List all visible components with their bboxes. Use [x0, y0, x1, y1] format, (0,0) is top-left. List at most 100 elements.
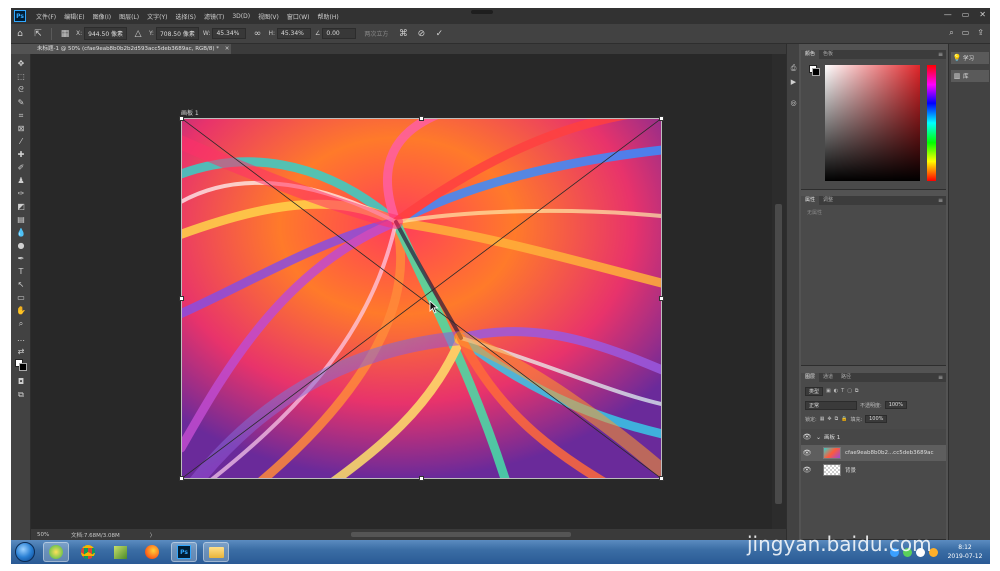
- healing-tool-icon[interactable]: ✚: [15, 149, 27, 160]
- panel-menu-icon[interactable]: ≡: [938, 51, 943, 58]
- menu-window[interactable]: 窗口(W): [283, 12, 314, 21]
- panel-menu-icon[interactable]: ≡: [938, 374, 943, 381]
- lock-all-icon[interactable]: 🔒: [841, 416, 847, 422]
- move-tool-icon[interactable]: ✥: [15, 58, 27, 69]
- commit-transform-icon[interactable]: ✓: [433, 28, 445, 40]
- color-picker-field[interactable]: [825, 65, 920, 181]
- x-field[interactable]: X: 944.50 像素: [76, 27, 128, 40]
- shape-tool-icon[interactable]: ▭: [15, 292, 27, 303]
- delta-icon[interactable]: △: [132, 28, 144, 40]
- tab-paths[interactable]: 路径: [837, 373, 855, 382]
- menu-filter[interactable]: 滤镜(T): [200, 12, 228, 21]
- transform-handle-top-right[interactable]: [659, 116, 664, 121]
- tab-properties[interactable]: 属性: [801, 196, 820, 205]
- warp-icon[interactable]: ⌘: [397, 28, 409, 40]
- filter-shape-icon[interactable]: ▢: [847, 388, 852, 394]
- history-brush-tool-icon[interactable]: ✑: [15, 188, 27, 199]
- fill-input[interactable]: 100%: [865, 415, 888, 423]
- library-button[interactable]: ▥ 库: [951, 70, 989, 82]
- vertical-scrollbar[interactable]: [772, 54, 786, 529]
- lasso-tool-icon[interactable]: ᘓ: [15, 84, 27, 95]
- expand-chevron-icon[interactable]: ⌄: [816, 434, 821, 441]
- angle-input[interactable]: 0.00: [322, 28, 357, 39]
- lock-artboard-icon[interactable]: ⧉: [835, 416, 839, 422]
- screen-mode-icon[interactable]: ⧉: [15, 389, 27, 400]
- layer-row-image[interactable]: 👁 cfae9eab8b0b2...cc5deb3689ac: [801, 445, 946, 461]
- layer-kind-select[interactable]: 类型: [805, 386, 824, 396]
- learn-button[interactable]: 💡 学习: [951, 52, 989, 64]
- tab-layers[interactable]: 图层: [801, 373, 820, 382]
- eraser-tool-icon[interactable]: ◩: [15, 201, 27, 212]
- w-field[interactable]: W: 45.34%: [203, 28, 247, 39]
- blur-tool-icon[interactable]: 💧: [15, 227, 27, 238]
- h-input[interactable]: 45.34%: [277, 28, 311, 39]
- transform-handle-bottom[interactable]: [419, 476, 424, 481]
- filter-smart-icon[interactable]: ⧉: [855, 388, 859, 394]
- search-icon[interactable]: ⌕: [949, 28, 953, 38]
- quick-select-tool-icon[interactable]: ✎: [15, 97, 27, 108]
- transform-bounding-box[interactable]: [179, 116, 664, 481]
- visibility-eye-icon[interactable]: 👁: [801, 433, 813, 441]
- filter-pixel-icon[interactable]: ▣: [826, 388, 831, 394]
- menu-file[interactable]: 文件(F): [32, 12, 60, 21]
- transform-tool-icon[interactable]: ⇱: [32, 28, 44, 40]
- workspace-icon[interactable]: ▭: [962, 28, 970, 38]
- lock-pixels-icon[interactable]: ▦: [820, 416, 825, 422]
- home-icon[interactable]: ⌂: [14, 28, 26, 40]
- path-select-tool-icon[interactable]: ↖: [15, 279, 27, 290]
- pen-tool-icon[interactable]: ✒: [15, 253, 27, 264]
- visibility-eye-icon[interactable]: 👁: [801, 466, 813, 474]
- tab-color[interactable]: 颜色: [801, 50, 820, 59]
- status-menu-arrow-icon[interactable]: 〉: [150, 531, 156, 539]
- tab-swatches[interactable]: 色板: [819, 50, 837, 59]
- menu-layer[interactable]: 图层(L): [115, 12, 143, 21]
- menu-help[interactable]: 帮助(H): [314, 12, 343, 21]
- taskbar-firefox[interactable]: [139, 542, 165, 562]
- play-action-icon[interactable]: ▶: [789, 78, 798, 87]
- link-icon[interactable]: ∞: [251, 28, 263, 40]
- hue-slider[interactable]: [927, 65, 936, 181]
- transform-handle-left[interactable]: [179, 296, 184, 301]
- menu-image[interactable]: 图像(I): [89, 12, 115, 21]
- cancel-transform-icon[interactable]: ⊘: [415, 28, 427, 40]
- reference-point-icon[interactable]: ▦: [59, 28, 71, 40]
- maximize-icon[interactable]: ▭: [962, 10, 970, 19]
- document-tab[interactable]: 未标题-1 @ 50% (cfae9eab8b0b2b2d593acc5deb3…: [31, 44, 231, 54]
- transform-handle-right[interactable]: [659, 296, 664, 301]
- stamp-tool-icon[interactable]: ♟: [15, 175, 27, 186]
- panel-menu-icon[interactable]: ≡: [938, 197, 943, 204]
- tab-close-icon[interactable]: ✕: [225, 46, 230, 52]
- horizontal-scrollbar-thumb[interactable]: [351, 532, 571, 537]
- interpolation-select[interactable]: 两次立方: [364, 29, 388, 38]
- menu-type[interactable]: 文字(Y): [143, 12, 171, 21]
- taskbar-browser-360[interactable]: [43, 542, 69, 562]
- menu-edit[interactable]: 编辑(E): [60, 12, 88, 21]
- menu-view[interactable]: 视图(V): [254, 12, 283, 21]
- dodge-tool-icon[interactable]: ●: [15, 240, 27, 251]
- blend-mode-select[interactable]: 正常: [805, 400, 857, 410]
- type-tool-icon[interactable]: T: [15, 266, 27, 277]
- filter-type-icon[interactable]: T: [841, 388, 844, 394]
- menu-select[interactable]: 选择(S): [171, 12, 200, 21]
- crop-tool-icon[interactable]: ⌗: [15, 110, 27, 121]
- y-field[interactable]: Y: 708.50 像素: [149, 27, 199, 40]
- background-color-swatch[interactable]: [812, 68, 820, 76]
- start-button[interactable]: [15, 542, 35, 562]
- tab-channels[interactable]: 通道: [819, 373, 837, 382]
- opacity-input[interactable]: 100%: [884, 401, 907, 409]
- taskbar-clock[interactable]: 8:12 2019-07-12: [940, 543, 990, 561]
- close-icon[interactable]: ✕: [979, 10, 986, 19]
- taskbar-photoshop[interactable]: Ps: [171, 542, 197, 562]
- zoom-level[interactable]: 50%: [37, 532, 67, 538]
- transform-handle-top[interactable]: [419, 116, 424, 121]
- menu-3d[interactable]: 3D(D): [228, 13, 254, 20]
- h-field[interactable]: H: 45.34%: [268, 28, 311, 39]
- layer-row-background[interactable]: 👁 背景: [801, 462, 946, 478]
- y-input[interactable]: 708.50 像素: [155, 27, 199, 40]
- visibility-eye-icon[interactable]: 👁: [801, 449, 813, 457]
- zoom-tool-icon[interactable]: ⌕: [15, 318, 27, 329]
- taskbar-chrome[interactable]: [75, 542, 101, 562]
- quick-mask-icon[interactable]: ◘: [15, 376, 27, 387]
- tab-adjustments[interactable]: 调整: [819, 196, 837, 205]
- minimize-icon[interactable]: —: [944, 10, 952, 19]
